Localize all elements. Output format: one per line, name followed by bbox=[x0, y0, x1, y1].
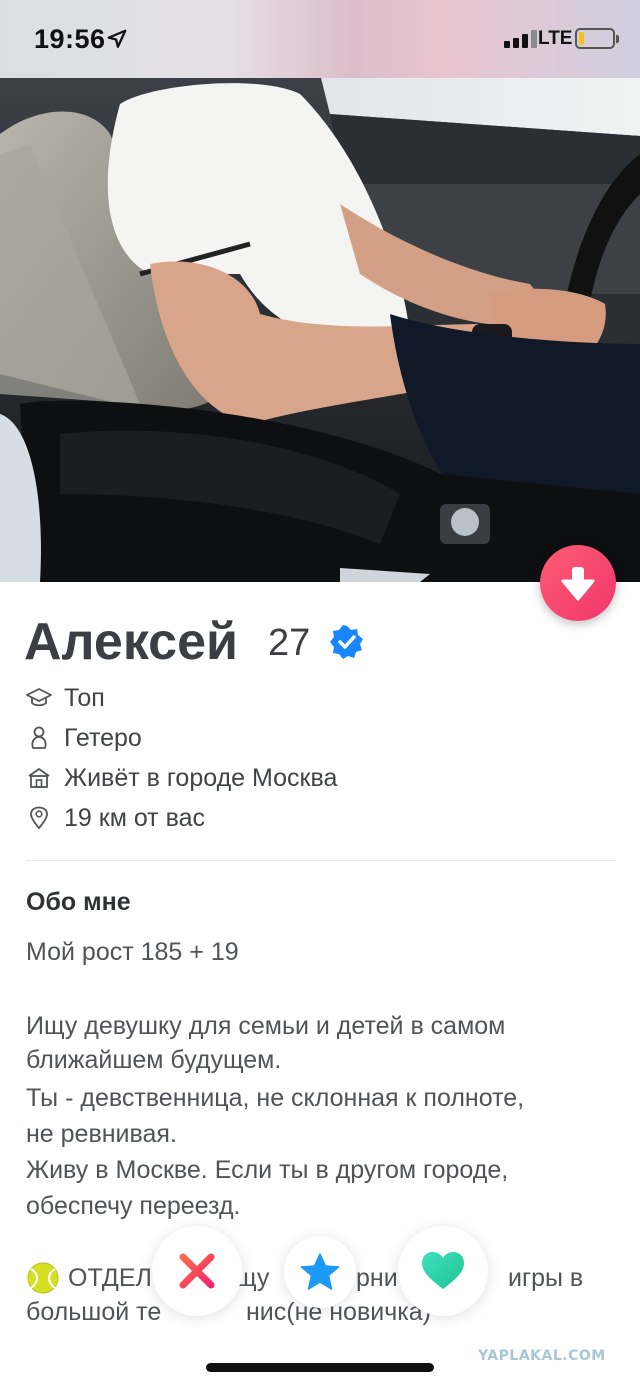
bio-line: игры в bbox=[508, 1264, 584, 1292]
status-bar: 19:56 LTE bbox=[0, 0, 640, 78]
person-icon bbox=[26, 725, 52, 751]
info-row-city: Живёт в городе Москва bbox=[26, 762, 337, 794]
bio-line: Ты - девственница, не склонная к полноте… bbox=[26, 1084, 525, 1112]
bio-line: большой те bbox=[26, 1298, 162, 1326]
star-icon bbox=[300, 1253, 340, 1290]
bio-line: обеспечу переезд. bbox=[26, 1192, 241, 1220]
info-school-text: Топ bbox=[64, 683, 105, 712]
location-pin-icon bbox=[26, 805, 52, 831]
home-indicator bbox=[206, 1363, 434, 1372]
close-icon bbox=[179, 1253, 215, 1289]
info-row-orientation: Гетеро bbox=[26, 722, 142, 754]
info-orientation-text: Гетеро bbox=[64, 723, 142, 752]
graduation-cap-icon bbox=[26, 685, 52, 711]
signal-icon bbox=[504, 30, 537, 48]
network-type: LTE bbox=[538, 28, 573, 49]
profile-name: Алексей bbox=[24, 613, 238, 671]
profile-photo[interactable] bbox=[0, 74, 640, 582]
section-divider bbox=[26, 860, 616, 861]
info-row-distance: 19 км от вас bbox=[26, 802, 205, 834]
status-time: 19:56 bbox=[34, 24, 106, 54]
info-row-school: Топ bbox=[26, 682, 105, 714]
verified-badge-icon bbox=[330, 625, 363, 659]
dislike-button[interactable] bbox=[152, 1226, 242, 1316]
collapse-profile-button[interactable] bbox=[540, 545, 616, 621]
home-icon bbox=[26, 765, 52, 791]
bio-line: не ревнивая. bbox=[26, 1120, 177, 1148]
bio-line: Ищу девушку для семьи и детей в самом bbox=[26, 1012, 506, 1040]
tennis-ball-icon bbox=[27, 1262, 59, 1294]
super-like-button[interactable] bbox=[284, 1236, 356, 1308]
bio-line: Живу в Москве. Если ты в другом городе, bbox=[26, 1156, 509, 1184]
bio-line: рни bbox=[356, 1264, 398, 1292]
info-distance-text: 19 км от вас bbox=[64, 803, 205, 832]
battery-icon bbox=[575, 28, 619, 49]
location-arrow-icon bbox=[107, 29, 127, 48]
like-button[interactable] bbox=[398, 1226, 488, 1316]
about-heading: Обо мне bbox=[26, 888, 131, 916]
bio-line: Мой рост 185 + 19 bbox=[26, 938, 239, 966]
heart-icon bbox=[422, 1252, 464, 1289]
arrow-down-icon bbox=[561, 567, 595, 601]
watermark: YAPLAKAL.COM bbox=[478, 1348, 606, 1364]
profile-age: 27 bbox=[268, 622, 311, 664]
info-city-text: Живёт в городе Москва bbox=[64, 763, 338, 792]
bio-line: ОТДЕЛ bbox=[68, 1264, 152, 1292]
bio-line: ближайшем будущем. bbox=[26, 1046, 282, 1074]
